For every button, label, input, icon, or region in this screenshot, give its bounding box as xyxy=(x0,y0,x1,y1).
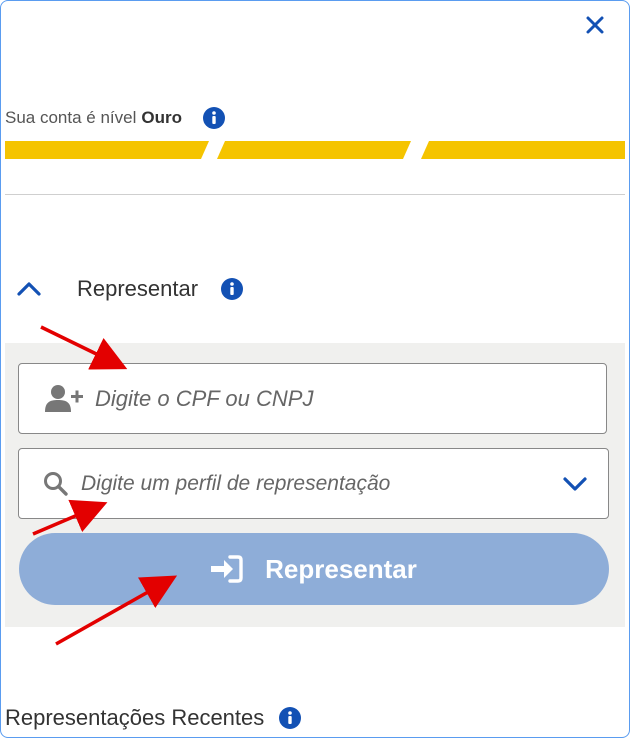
account-level: Sua conta é nível Ouro xyxy=(5,105,226,131)
account-panel: Sua conta é nível Ouro Representar Digit… xyxy=(0,0,630,738)
level-bar-segment-2 xyxy=(217,141,411,159)
close-button[interactable] xyxy=(581,11,609,39)
recent-representations-title: Representações Recentes xyxy=(5,705,265,730)
represent-button[interactable]: Representar xyxy=(19,533,609,605)
level-bar-segment-3 xyxy=(421,141,625,159)
account-level-value: Ouro xyxy=(141,108,182,127)
represent-section-header[interactable]: Representar xyxy=(15,273,244,305)
chevron-up-icon xyxy=(15,275,43,303)
close-icon xyxy=(586,16,604,34)
level-progress-bar xyxy=(5,141,625,159)
level-bar-segment-1 xyxy=(5,141,209,159)
profile-select-field[interactable] xyxy=(18,448,609,519)
add-user-icon xyxy=(45,384,83,414)
sign-in-icon xyxy=(211,555,243,583)
search-icon xyxy=(43,471,69,497)
represent-section-title: Representar xyxy=(77,276,199,301)
profile-input[interactable] xyxy=(79,470,558,497)
cpf-cnpj-field[interactable] xyxy=(18,363,607,434)
info-icon[interactable] xyxy=(278,706,302,730)
info-icon[interactable] xyxy=(220,277,244,301)
info-icon[interactable] xyxy=(202,106,226,130)
account-level-prefix: Sua conta é nível xyxy=(5,108,137,127)
chevron-down-icon[interactable] xyxy=(558,467,592,501)
represent-button-label: Representar xyxy=(265,553,417,584)
recent-representations-header: Representações Recentes xyxy=(5,703,302,733)
cpf-cnpj-input[interactable] xyxy=(93,384,606,413)
divider xyxy=(5,194,625,195)
